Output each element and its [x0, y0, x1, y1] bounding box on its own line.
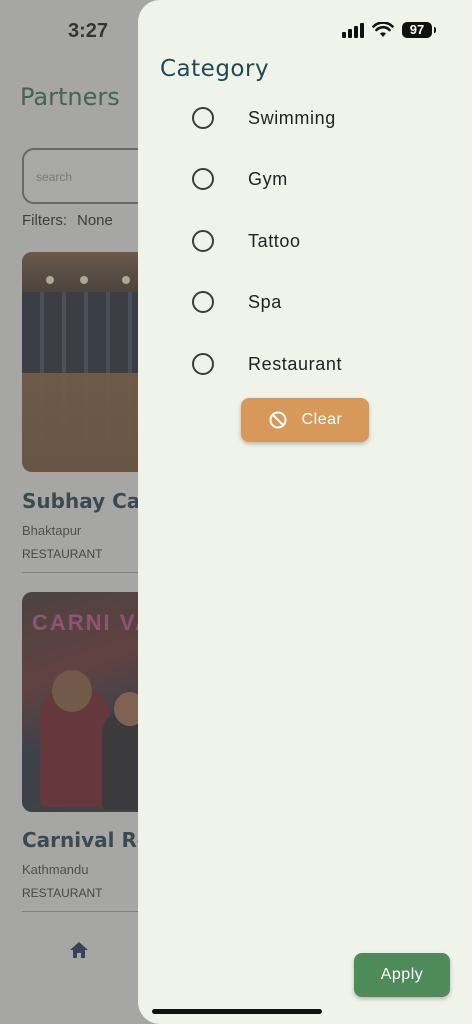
radio-button[interactable]: [192, 353, 214, 375]
apply-button-label: Apply: [380, 966, 424, 983]
radio-button[interactable]: [192, 107, 214, 129]
category-option-gym[interactable]: Gym: [192, 167, 287, 191]
apply-button[interactable]: Apply: [354, 953, 450, 997]
radio-button[interactable]: [192, 168, 214, 190]
wifi-icon: [372, 22, 394, 37]
category-option-tattoo[interactable]: Tattoo: [192, 229, 300, 253]
status-indicators: 97: [342, 22, 436, 38]
battery-icon: 97: [402, 22, 436, 38]
option-label: Restaurant: [248, 353, 343, 374]
option-label: Spa: [248, 291, 282, 312]
radio-button[interactable]: [192, 291, 214, 313]
radio-button[interactable]: [192, 230, 214, 252]
block-icon: [269, 411, 287, 429]
option-label: Gym: [248, 168, 288, 189]
option-label: Swimming: [248, 107, 336, 128]
home-indicator[interactable]: [152, 1009, 322, 1014]
option-label: Tattoo: [248, 230, 301, 251]
category-filter-drawer: 97 Category Swimming Gym Tattoo Spa Rest…: [138, 0, 472, 1024]
clear-button[interactable]: Clear: [241, 398, 369, 442]
drawer-title: Category: [160, 56, 270, 82]
category-option-restaurant[interactable]: Restaurant: [192, 352, 341, 376]
clear-button-label: Clear: [301, 411, 343, 428]
category-option-spa[interactable]: Spa: [192, 290, 281, 314]
category-option-swimming[interactable]: Swimming: [192, 106, 335, 130]
cellular-signal-icon: [342, 22, 364, 38]
